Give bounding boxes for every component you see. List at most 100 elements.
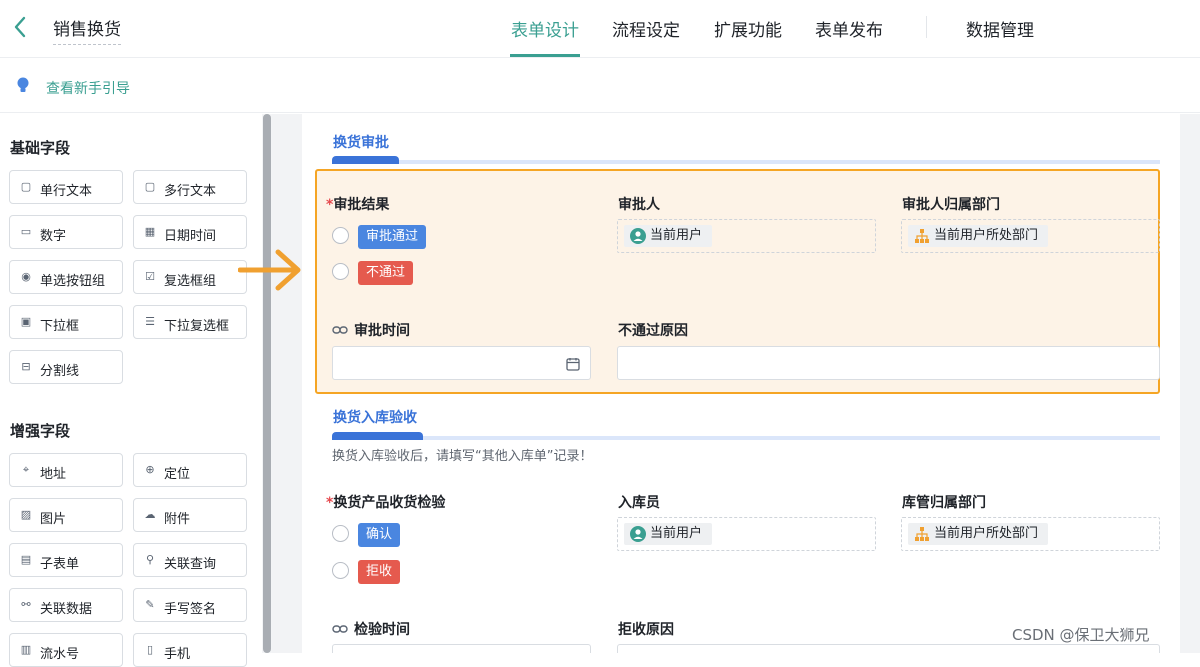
dropdown-icon: ▣ — [20, 315, 32, 328]
active-tab-indicator — [510, 54, 580, 57]
option-refuse-tag[interactable]: 拒收 — [358, 560, 401, 584]
approver-dept-label: 审批人归属部门 — [902, 197, 1000, 213]
section-divider-accent — [332, 156, 399, 164]
basic-fields-title: 基础字段 — [10, 139, 71, 157]
approval-result-label: *审批结果 — [326, 197, 390, 213]
link-icon: ⚯ — [21, 598, 31, 611]
approver-field[interactable]: 当前用户 — [617, 219, 876, 253]
inspection-time-input[interactable] — [332, 644, 591, 653]
radio-icon: ◉ — [21, 270, 31, 283]
link-search-icon: ⚲ — [145, 553, 155, 566]
field-datetime[interactable]: ▦ 日期时间 — [133, 215, 247, 249]
view-guide-link[interactable]: 查看新手引导 — [46, 78, 130, 98]
approval-time-label: 审批时间 — [332, 320, 410, 340]
warehouse-dept-field[interactable]: 当前用户所处部门 — [901, 517, 1160, 551]
pen-icon: ✎ — [145, 598, 155, 611]
link-icon — [332, 323, 348, 339]
calendar-icon[interactable] — [566, 356, 580, 375]
reject-reason-label: 不通过原因 — [618, 323, 688, 339]
org-chart-icon — [914, 228, 930, 244]
tab-process-settings[interactable]: 流程设定 — [612, 16, 680, 41]
field-dropdown[interactable]: ▣ 下拉框 — [9, 305, 123, 339]
org-chart-icon — [914, 526, 930, 542]
back-arrow-icon[interactable] — [10, 14, 32, 40]
serial-icon: ▥ — [20, 643, 32, 656]
inspection-time-label: 检验时间 — [332, 619, 410, 639]
textarea-icon: ▢ — [144, 180, 156, 193]
radio-confirm[interactable] — [332, 525, 349, 542]
section-note: 换货入库验收后，请填写“其他入库单”记录！ — [332, 449, 593, 464]
refuse-reason-input[interactable] — [617, 644, 1160, 653]
guide-bar: 查看新手引导 — [0, 59, 1200, 113]
approver-dept-field[interactable]: 当前用户所处部门 — [901, 219, 1160, 253]
receiver-label: 入库员 — [618, 495, 660, 511]
field-signature[interactable]: ✎ 手写签名 — [133, 588, 247, 622]
option-reject-tag[interactable]: 不通过 — [358, 261, 414, 285]
field-address[interactable]: ⌖ 地址 — [9, 453, 123, 487]
field-radio-group[interactable]: ◉ 单选按钮组 — [9, 260, 123, 294]
checkbox-icon: ☑ — [145, 270, 155, 283]
section-divider-accent — [332, 432, 423, 440]
current-user-pill: 当前用户 — [624, 225, 713, 247]
tab-form-design[interactable]: 表单设计 — [511, 16, 579, 41]
field-number[interactable]: ▭ 数字 — [9, 215, 123, 249]
section-title-approval: 换货审批 — [333, 135, 389, 151]
table-icon: ▤ — [20, 553, 32, 566]
list-icon: ☰ — [145, 315, 155, 328]
current-user-pill: 当前用户 — [624, 523, 713, 545]
text-field-icon: ▢ — [20, 180, 32, 193]
field-multi-dropdown[interactable]: ☰ 下拉复选框 — [133, 305, 247, 339]
field-subform[interactable]: ▤ 子表单 — [9, 543, 123, 577]
field-related-data[interactable]: ⚯ 关联数据 — [9, 588, 123, 622]
tab-form-publish[interactable]: 表单发布 — [815, 16, 883, 41]
field-multi-line-text[interactable]: ▢ 多行文本 — [133, 170, 247, 204]
field-serial-number[interactable]: ▥ 流水号 — [9, 633, 123, 667]
user-avatar-icon — [630, 228, 646, 244]
field-checkbox-group[interactable]: ☑ 复选框组 — [133, 260, 247, 294]
radio-approve[interactable] — [332, 227, 349, 244]
receiver-field[interactable]: 当前用户 — [617, 517, 876, 551]
tab-data-management[interactable]: 数据管理 — [966, 16, 1034, 41]
calendar-icon: ▦ — [144, 225, 156, 238]
approver-label: 审批人 — [618, 197, 660, 213]
crosshair-icon: ⊕ — [145, 463, 155, 476]
option-confirm-tag[interactable]: 确认 — [358, 523, 401, 547]
field-single-line-text[interactable]: ▢ 单行文本 — [9, 170, 123, 204]
app-title[interactable]: 销售换货 — [53, 15, 121, 45]
approval-time-input[interactable] — [332, 346, 591, 380]
refuse-reason-label: 拒收原因 — [618, 622, 674, 638]
reject-reason-input[interactable] — [617, 346, 1160, 380]
field-mobile[interactable]: ▯ 手机 — [133, 633, 247, 667]
phone-icon: ▯ — [146, 643, 154, 656]
map-pin-icon: ⌖ — [22, 463, 30, 476]
sidebar-scroll-thumb[interactable] — [263, 114, 271, 653]
nav-divider — [926, 16, 927, 38]
radio-refuse[interactable] — [332, 562, 349, 579]
section-divider — [332, 436, 1160, 440]
watermark: CSDN @保卫大狮兄 — [1012, 626, 1150, 644]
field-palette: 基础字段 ▢ 单行文本 ▢ 多行文本 ▭ 数字 ▦ 日期时间 ◉ 单选按钮组 ☑ 复选框组 … — [0, 114, 262, 667]
option-approve-tag[interactable]: 审批通过 — [358, 225, 427, 249]
link-icon — [332, 622, 348, 638]
cloud-upload-icon: ☁ — [144, 508, 156, 521]
warehouse-dept-label: 库管归属部门 — [902, 495, 986, 511]
field-related-query[interactable]: ⚲ 关联查询 — [133, 543, 247, 577]
radio-reject[interactable] — [332, 263, 349, 280]
section-divider — [332, 160, 1160, 164]
top-bar: 销售换货 表单设计 流程设定 扩展功能 表单发布 数据管理 — [0, 0, 1200, 58]
number-icon: ▭ — [20, 225, 32, 238]
inspection-label: *换货产品收货检验 — [326, 495, 446, 511]
tab-extensions[interactable]: 扩展功能 — [714, 16, 782, 41]
annotation-arrow-icon — [237, 245, 304, 299]
field-attachment[interactable]: ☁ 附件 — [133, 498, 247, 532]
user-avatar-icon — [630, 526, 646, 542]
current-dept-pill: 当前用户所处部门 — [908, 225, 1049, 247]
field-image[interactable]: ▨ 图片 — [9, 498, 123, 532]
lightbulb-icon — [16, 77, 30, 99]
section-title-inspection: 换货入库验收 — [333, 410, 417, 426]
image-icon: ▨ — [20, 508, 32, 521]
divider-icon: ⊟ — [21, 360, 31, 373]
field-divider[interactable]: ⊟ 分割线 — [9, 350, 123, 384]
current-dept-pill: 当前用户所处部门 — [908, 523, 1049, 545]
field-location[interactable]: ⊕ 定位 — [133, 453, 247, 487]
